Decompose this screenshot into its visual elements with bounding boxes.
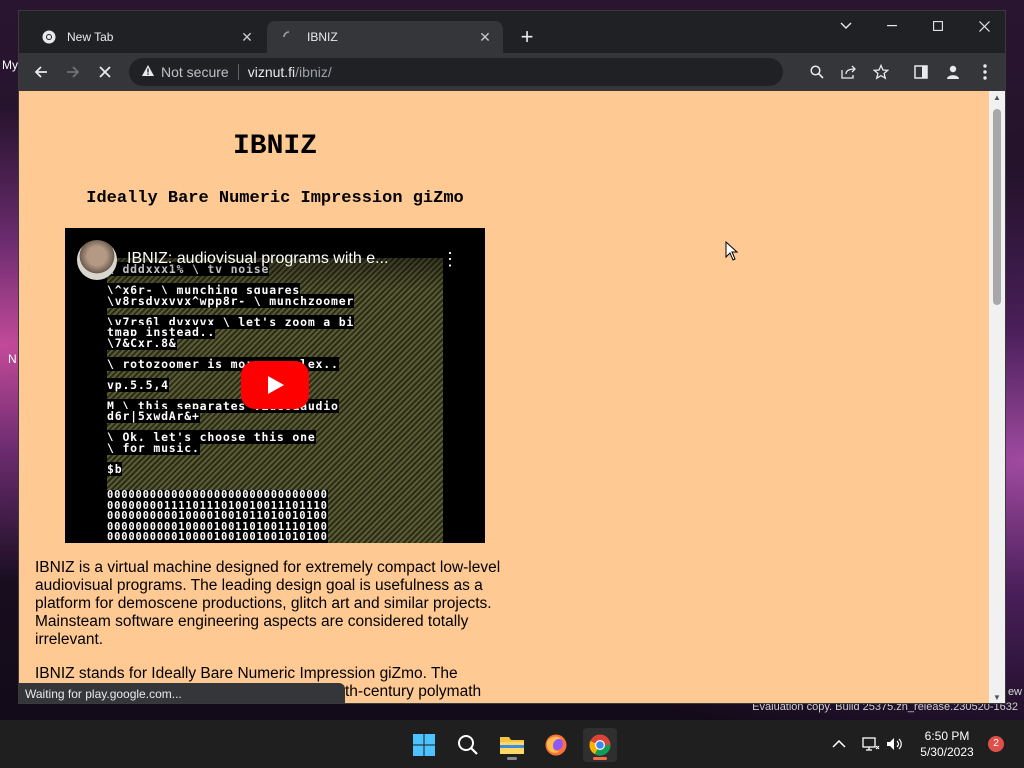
taskbar: 6:50 PM 5/30/2023 [0,720,1024,768]
bookmark-star-icon[interactable] [867,58,895,86]
video-code-text: \ dddxxx1% \ tv noise \^x6r- \ munching … [107,262,355,476]
tab-new-tab[interactable]: New Tab ✕ [27,21,265,53]
security-status[interactable]: Not secure [161,64,229,80]
running-indicator [507,757,517,760]
url-path: /ibniz/ [295,64,332,80]
zoom-search-icon[interactable] [803,58,831,86]
warning-icon[interactable] [141,64,155,80]
page-title: IBNIZ [232,131,317,162]
video-more-icon[interactable]: ⋮ [441,250,459,270]
tab-strip: New Tab ✕ IBNIZ ✕ + [19,11,1005,53]
new-tab-button[interactable]: + [515,26,539,50]
video-code-line [107,453,354,464]
chrome-icon [589,734,611,756]
loading-favicon-icon [281,29,297,45]
page-scrollbar[interactable]: ▲ ▼ [989,91,1005,703]
play-button[interactable] [241,361,309,409]
name-paragraph-line: th-century polymath [345,683,482,700]
video-binary-line: 0000000000100001001001001010100 [107,531,328,543]
address-bar[interactable]: Not secure viznut.fi/ibniz/ [129,58,783,86]
notification-badge[interactable]: 2 [988,736,1004,752]
chrome-icon [41,29,57,45]
side-panel-icon[interactable] [907,58,935,86]
maximize-button[interactable] [915,11,961,41]
show-hidden-icons-button[interactable] [832,720,846,768]
desktop-label[interactable]: My [2,58,18,72]
clock-date: 5/30/2023 [920,745,974,759]
folder-icon [500,737,524,754]
url-host: viznut.fi [247,64,296,80]
channel-avatar[interactable] [77,240,117,280]
video-code-line: \ rotozoomer is more complex.. [107,356,339,371]
menu-kebab-icon[interactable] [971,58,999,86]
running-indicator [593,757,607,760]
scroll-up-icon[interactable]: ▲ [989,91,1005,105]
tab-search-icon[interactable] [823,11,869,41]
windows-logo-icon [413,734,435,756]
divider [237,64,239,80]
profile-icon[interactable] [939,58,967,86]
video-code-line: \v8rsdvxvvx^wpp8r- \ munchzoomer [107,293,355,308]
firefox-button[interactable] [539,728,573,762]
close-window-button[interactable] [961,11,1005,41]
video-binary-text: 0000000000000000000000000000000 000000001… [107,490,328,543]
close-icon[interactable]: ✕ [239,29,255,45]
chrome-button[interactable] [583,728,617,762]
page-subtitle: Ideally Bare Numeric Impression giZmo [86,189,464,208]
video-code-line: \ for music. [107,440,200,455]
share-icon[interactable] [835,58,863,86]
play-icon [268,376,284,394]
video-code-line: \7&Cxr.8& [107,335,177,350]
desktop-label: ew [1007,686,1022,698]
firefox-icon [545,734,567,756]
stop-loading-button[interactable] [91,58,119,86]
scroll-down-icon[interactable]: ▼ [989,691,1005,703]
intro-paragraph: IBNIZ is a virtual machine designed for … [35,559,501,648]
video-title[interactable]: IBNIZ: audiovisual programs with e... [127,250,427,268]
search-icon [458,735,478,755]
file-explorer-button[interactable] [495,728,529,762]
video-code-line: $b [107,461,123,476]
browser-window: New Tab ✕ IBNIZ ✕ + Not secure viznut.fi… [18,10,1006,704]
video-binary-line: 0000000000100001001011010010100 [107,510,328,522]
minimize-button[interactable] [869,11,915,41]
tab-title: IBNIZ [307,30,338,44]
back-button[interactable] [27,58,55,86]
page-viewport: IBNIZ Ideally Bare Numeric Impression gi… [19,91,991,703]
tab-title: New Tab [67,30,114,44]
video-binary-line: 0000000000000000000000000000000 [107,489,328,501]
system-clock[interactable]: 6:50 PM 5/30/2023 [912,728,982,760]
volume-icon[interactable] [886,720,904,768]
clock-time: 6:50 PM [924,729,970,743]
scroll-thumb[interactable] [993,109,1001,305]
desktop-label[interactable]: N [8,352,17,366]
forward-button[interactable] [59,58,87,86]
network-icon[interactable] [862,720,880,768]
search-button[interactable] [451,728,485,762]
browser-toolbar: Not secure viznut.fi/ibniz/ [19,53,1005,91]
start-button[interactable] [407,728,441,762]
chevron-up-icon [832,740,846,748]
tab-ibniz[interactable]: IBNIZ ✕ [267,21,503,53]
name-paragraph-line: IBNIZ stands for Ideally Bare Numeric Im… [35,665,458,682]
video-code-line: vp.5.5,4 [107,377,169,392]
video-code-line: d6r|5xwdAr&+ [107,409,200,423]
youtube-video-embed[interactable]: \ dddxxx1% \ tv noise \^x6r- \ munching … [65,228,485,543]
close-icon[interactable]: ✕ [477,29,493,45]
mouse-pointer-icon [725,240,739,266]
status-bar: Waiting for play.google.com... [19,683,345,703]
